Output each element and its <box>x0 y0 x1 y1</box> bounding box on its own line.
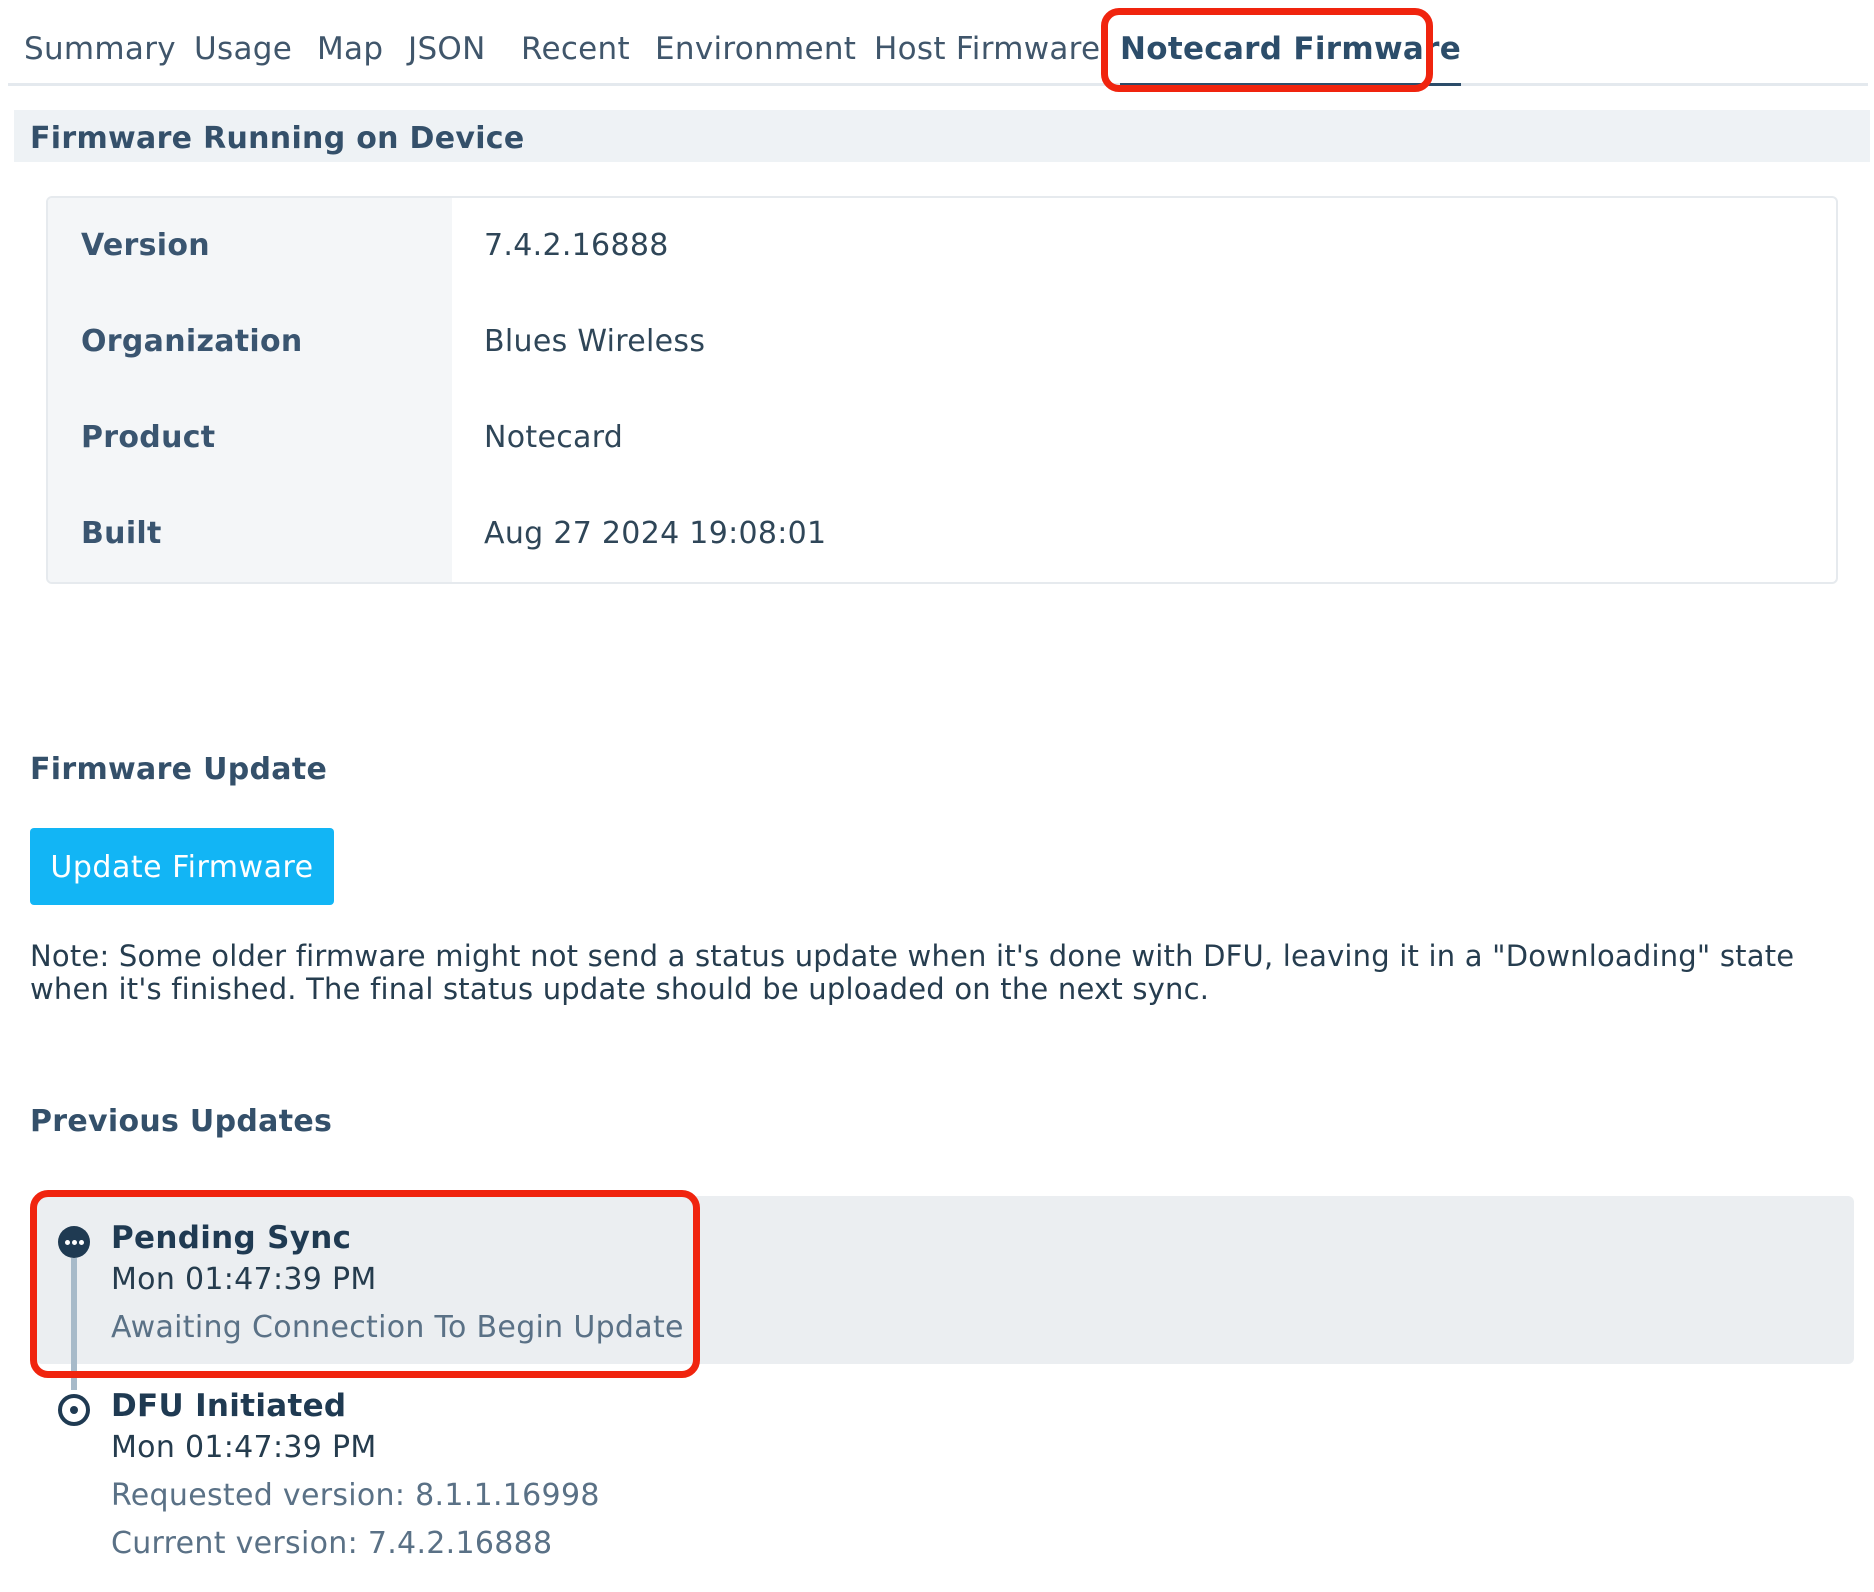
tab-summary[interactable]: Summary <box>24 0 176 86</box>
timeline-item-detail: Awaiting Connection To Begin Update <box>111 1310 684 1345</box>
timeline-item-detail: Requested version: 8.1.1.16998 <box>111 1478 600 1513</box>
info-row-built: Built Aug 27 2024 19:08:01 <box>48 486 1836 582</box>
timeline-item-time: Mon 01:47:39 PM <box>111 1430 377 1465</box>
dfu-note: Note: Some older firmware might not send… <box>30 939 1795 1006</box>
tab-notecard-firmware[interactable]: Notecard Firmware <box>1120 0 1462 86</box>
tab-recent[interactable]: Recent <box>521 0 630 86</box>
tab-json[interactable]: JSON <box>408 0 486 86</box>
update-firmware-button[interactable]: Update Firmware <box>30 828 334 905</box>
info-value: 7.4.2.16888 <box>484 228 669 263</box>
target-circle-icon <box>58 1394 90 1426</box>
info-row-version: Version 7.4.2.16888 <box>48 198 1836 294</box>
timeline-connector <box>71 1258 77 1390</box>
update-section-title: Firmware Update <box>30 752 328 787</box>
timeline-item-title: DFU Initiated <box>111 1388 347 1424</box>
tab-bar: Summary Usage Map JSON Recent Environmen… <box>8 0 1868 86</box>
info-value: Blues Wireless <box>484 324 706 359</box>
tab-host-firmware[interactable]: Host Firmware <box>874 0 1100 86</box>
running-section-header: Firmware Running on Device <box>14 110 1870 162</box>
previous-updates-title: Previous Updates <box>30 1104 333 1139</box>
info-row-product: Product Notecard <box>48 390 1836 486</box>
timeline-item-time: Mon 01:47:39 PM <box>111 1262 377 1297</box>
info-label: Organization <box>81 324 303 359</box>
tab-usage[interactable]: Usage <box>194 0 292 86</box>
ellipsis-circle-icon <box>58 1226 90 1258</box>
firmware-info-table: Version 7.4.2.16888 Organization Blues W… <box>46 196 1838 584</box>
running-section-title: Firmware Running on Device <box>30 121 525 156</box>
info-label: Version <box>81 228 210 263</box>
tab-environment[interactable]: Environment <box>655 0 856 86</box>
timeline-item-title: Pending Sync <box>111 1220 352 1256</box>
info-label: Product <box>81 420 216 455</box>
info-value: Aug 27 2024 19:08:01 <box>484 516 827 551</box>
info-label: Built <box>81 516 162 551</box>
info-row-organization: Organization Blues Wireless <box>48 294 1836 390</box>
tab-map[interactable]: Map <box>317 0 383 86</box>
info-value: Notecard <box>484 420 624 455</box>
timeline-item-detail: Current version: 7.4.2.16888 <box>111 1526 553 1561</box>
